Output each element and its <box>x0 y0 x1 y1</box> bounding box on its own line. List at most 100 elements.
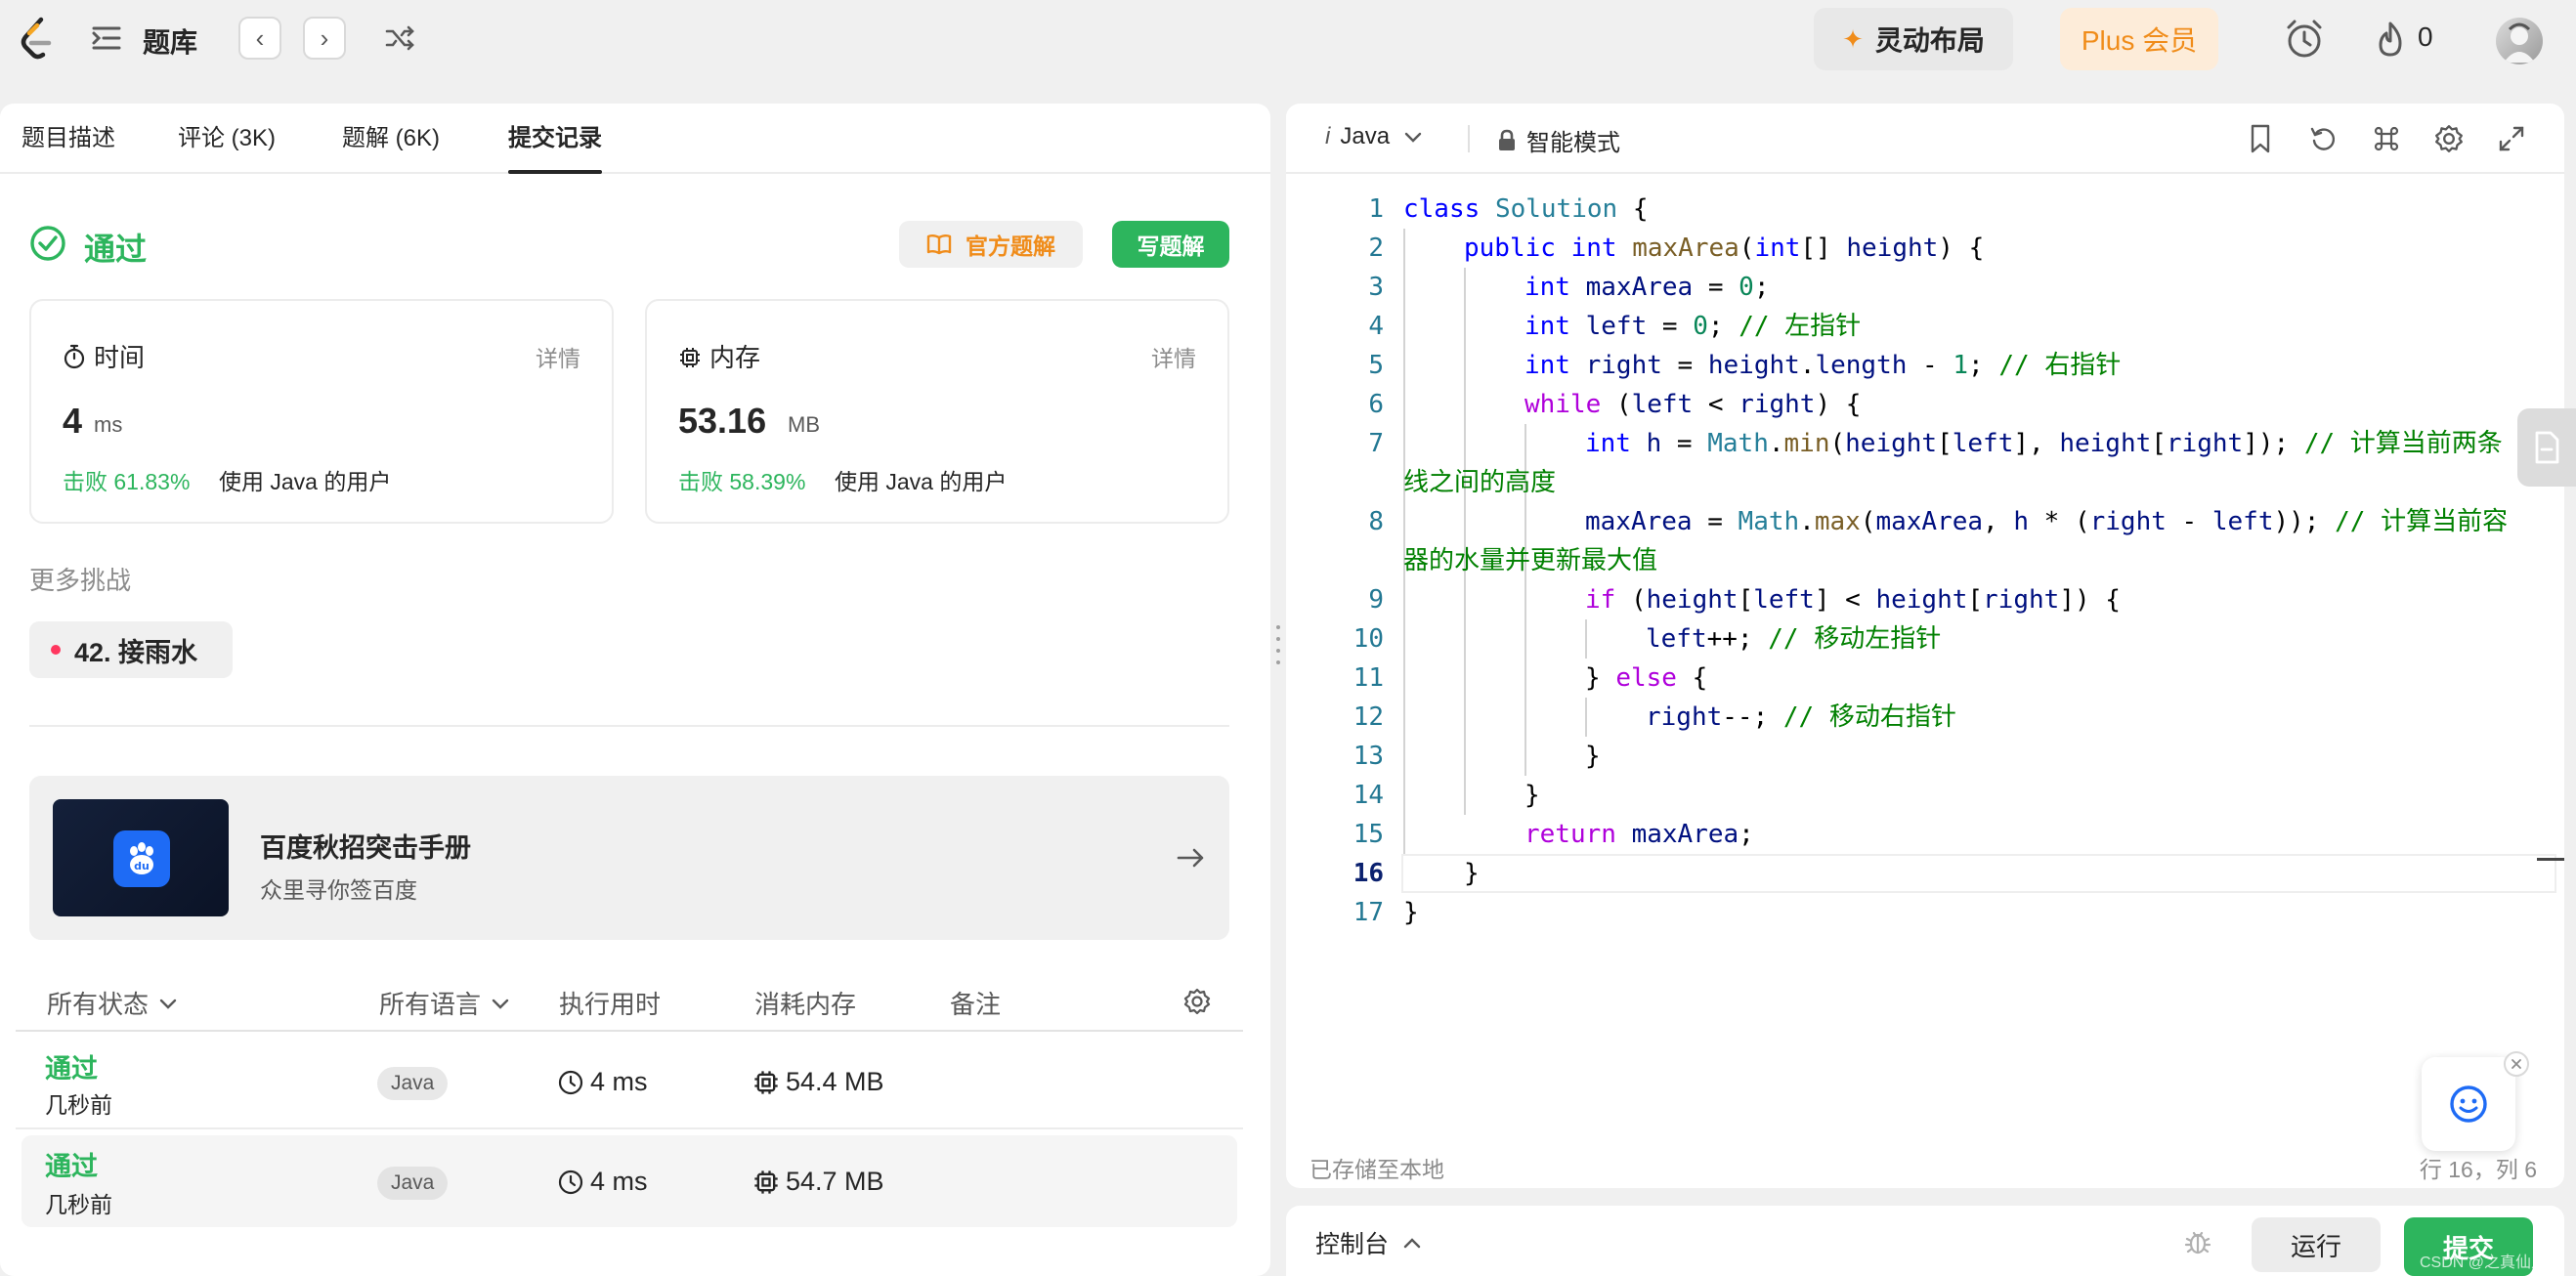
settings-gear-icon[interactable] <box>2433 123 2465 154</box>
promo-subtitle: 众里寻你签百度 <box>260 877 417 903</box>
code-line: int left = 0; // 左指针 <box>1524 307 1861 346</box>
keyboard-shortcut-icon[interactable] <box>2371 123 2402 154</box>
memory-detail-link[interactable]: 详情 <box>1151 340 1196 373</box>
filter-status-dropdown[interactable]: 所有状态 <box>47 985 178 1021</box>
code-token: public <box>1464 234 1556 263</box>
tab-description[interactable]: 题目描述 <box>21 104 115 174</box>
row-runtime: 4 ms <box>590 1167 648 1196</box>
code-token: int <box>1570 234 1617 263</box>
code-token: ++; <box>1706 624 1769 654</box>
code-token: ( <box>1739 234 1755 263</box>
code-token: ; <box>1707 312 1739 341</box>
promo-banner[interactable]: du 百度秋招突击手册 众里寻你签百度 <box>29 776 1229 940</box>
row-status[interactable]: 通过 <box>45 1145 98 1183</box>
code-line: if (height[left] < height[right]) { <box>1585 580 2121 619</box>
chip-icon <box>678 346 702 369</box>
clock-icon <box>557 1069 584 1096</box>
side-notes-tab[interactable] <box>2517 408 2576 487</box>
tab-solutions[interactable]: 题解 (6K) <box>342 104 440 174</box>
chip-icon <box>752 1169 780 1196</box>
panel-resize-handle[interactable] <box>1270 625 1286 664</box>
prev-problem-button[interactable]: ‹ <box>238 17 281 60</box>
flexible-layout-label: 灵动布局 <box>1874 25 1985 56</box>
runtime-detail-link[interactable]: 详情 <box>536 340 580 373</box>
language-info-icon: i <box>1325 123 1331 149</box>
sparkle-icon: ✦ <box>1842 23 1864 54</box>
official-solution-button[interactable]: 官方题解 <box>899 221 1083 268</box>
left-tab-bar: 题目描述 评论 (3K) 题解 (6K) 提交记录 <box>0 104 1270 174</box>
code-token: height <box>2059 429 2152 458</box>
debug-bug-icon[interactable] <box>2183 1227 2212 1256</box>
close-feedback-icon[interactable] <box>2504 1051 2529 1077</box>
language-selector[interactable]: i Java <box>1325 123 1423 150</box>
random-problem-shuffle-icon[interactable] <box>383 21 416 55</box>
write-solution-button[interactable]: 写题解 <box>1112 221 1229 268</box>
code-token: int <box>1524 312 1570 341</box>
code-token: if <box>1585 585 1616 615</box>
table-row[interactable]: 通过 几秒前 Java 4 ms 54.7 MB <box>21 1135 1237 1227</box>
code-line: while (left < right) { <box>1524 385 1861 424</box>
problem-list-icon[interactable] <box>90 21 123 55</box>
chevron-up-icon <box>1402 1236 1422 1250</box>
code-line: right--; // 移动右指针 <box>1646 698 1956 737</box>
bookmark-icon[interactable] <box>2246 123 2275 154</box>
code-token: right <box>1646 702 1723 732</box>
reset-code-icon[interactable] <box>2308 123 2340 154</box>
next-problem-button[interactable]: › <box>303 17 346 60</box>
arrow-right-icon[interactable] <box>1175 842 1206 873</box>
code-token: right <box>2089 507 2167 536</box>
code-token: Solution <box>1494 194 1618 224</box>
divider <box>29 725 1229 727</box>
tab-comments[interactable]: 评论 (3K) <box>178 104 276 174</box>
line-number: 13 <box>1352 742 1384 771</box>
tab-submissions[interactable]: 提交记录 <box>508 104 602 174</box>
problem-bank-link[interactable]: 题库 <box>143 21 197 61</box>
run-button[interactable]: 运行 <box>2252 1217 2381 1272</box>
smart-mode-toggle[interactable]: 智能模式 <box>1497 123 1620 157</box>
code-token: [ <box>1937 429 1953 458</box>
console-toggle[interactable]: 控制台 <box>1315 1225 1422 1260</box>
row-divider <box>16 1127 1243 1129</box>
filter-language-dropdown[interactable]: 所有语言 <box>379 985 510 1021</box>
runtime-title: 时间 <box>94 343 146 372</box>
check-circle-icon <box>29 225 66 262</box>
plus-member-button[interactable]: Plus 会员 <box>2060 8 2218 70</box>
code-comment: // 左指针 <box>1739 312 1862 341</box>
code-line: return maxArea; <box>1524 815 1754 854</box>
line-number: 9 <box>1368 585 1384 615</box>
smart-mode-label: 智能模式 <box>1526 130 1620 156</box>
note-document-icon <box>2535 431 2559 464</box>
code-token: = <box>1661 429 1708 458</box>
flexible-layout-button[interactable]: ✦ 灵动布局 <box>1814 8 2013 70</box>
leetcode-logo-icon[interactable] <box>16 16 59 63</box>
code-token: , <box>1983 507 2014 536</box>
chevron-left-icon: ‹ <box>255 22 265 53</box>
code-comment: // 计算当前两条 <box>2303 429 2503 458</box>
promo-title: 百度秋招突击手册 <box>260 833 471 863</box>
fullscreen-expand-icon[interactable] <box>2496 123 2527 154</box>
table-row[interactable]: 通过 几秒前 Java 4 ms 54.4 MB <box>16 1038 1243 1127</box>
code-token: - <box>2166 507 2212 536</box>
code-token: [ <box>1967 585 1984 615</box>
stopwatch-icon <box>63 344 86 369</box>
code-token: left <box>1585 312 1648 341</box>
runtime-beat-suffix: 使用 Java 的用户 <box>219 469 392 494</box>
user-avatar[interactable] <box>2496 18 2543 64</box>
memory-title: 内存 <box>709 343 761 372</box>
code-token: = <box>1661 351 1708 380</box>
fire-streak-icon[interactable] <box>2373 20 2408 59</box>
code-token: height <box>1845 429 1938 458</box>
code-token: return <box>1524 820 1616 849</box>
alarm-clock-icon[interactable] <box>2283 18 2326 61</box>
row-memory: 54.7 MB <box>786 1167 884 1196</box>
challenge-item-trapping-rain-water[interactable]: 42. 接雨水 <box>29 621 233 678</box>
gear-icon[interactable] <box>1182 987 1212 1016</box>
code-line-wrap: 器的水量并更新最大值 <box>1403 546 1658 575</box>
code-area[interactable]: 1 2 3 4 5 6 7 8 9 10 11 12 13 14 15 16 1… <box>1286 190 2564 1049</box>
row-status[interactable]: 通过 <box>45 1047 98 1085</box>
memory-card: 内存 详情 53.16 MB 击败 58.39% 使用 Java 的用户 <box>645 299 1229 524</box>
feedback-chat-button[interactable] <box>2422 1057 2515 1151</box>
code-token: * ( <box>2029 507 2090 536</box>
code-comment: // 移动右指针 <box>1782 702 1956 732</box>
code-token: { <box>1617 194 1649 224</box>
